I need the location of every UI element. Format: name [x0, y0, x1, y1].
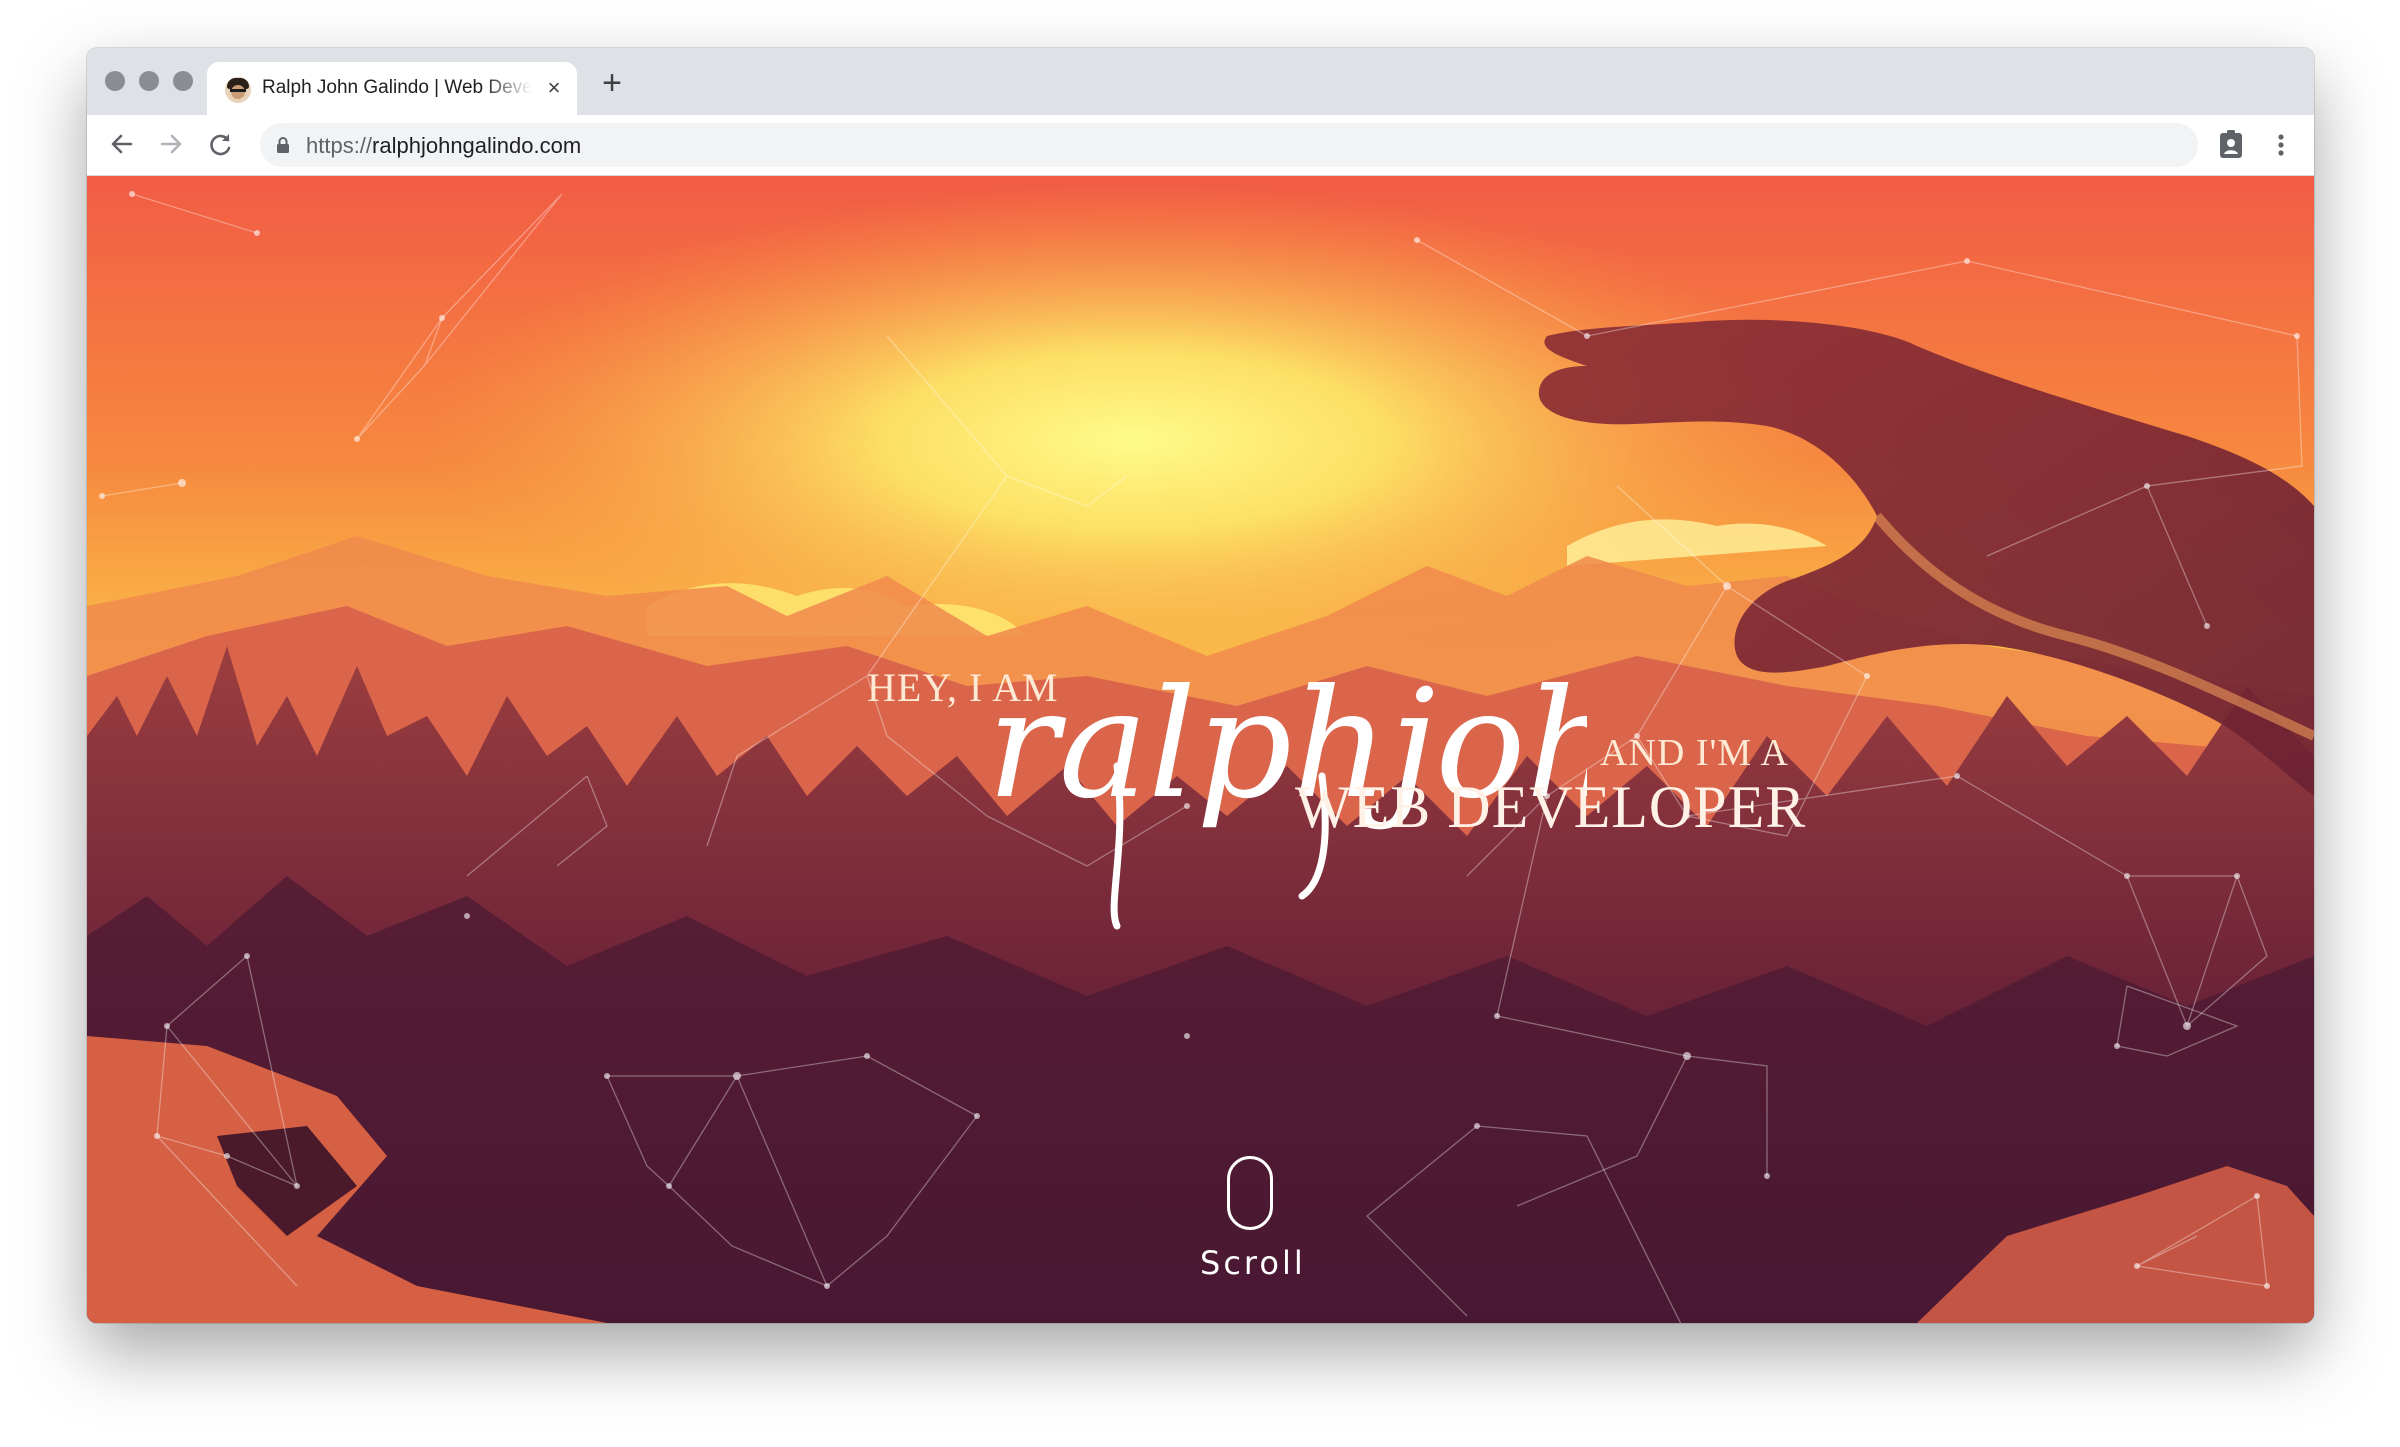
- window-controls: [105, 71, 193, 91]
- page-viewport: HEY, I AM ralphjohn AND I'M A WEB DEVELO…: [87, 176, 2314, 1323]
- back-arrow-icon[interactable]: [105, 127, 139, 161]
- browser-toolbar: https://ralphjohngalindo.com: [87, 115, 2314, 176]
- tab-title: Ralph John Galindo | Web Developer: [262, 77, 532, 98]
- forward-arrow-icon[interactable]: [154, 127, 188, 161]
- hero-section: HEY, I AM ralphjohn AND I'M A WEB DEVELO…: [87, 176, 2314, 1323]
- favicon-avatar-icon: [225, 77, 251, 103]
- minimize-window-button[interactable]: [139, 71, 159, 91]
- tab-strip: Ralph John Galindo | Web Developer × +: [87, 48, 2314, 115]
- zoom-window-button[interactable]: [173, 71, 193, 91]
- address-bar[interactable]: https://ralphjohngalindo.com: [260, 123, 2198, 167]
- browser-tab[interactable]: Ralph John Galindo | Web Developer ×: [207, 62, 577, 115]
- scroll-mouse-icon[interactable]: [1227, 1156, 1273, 1230]
- tab-close-icon[interactable]: ×: [541, 75, 567, 101]
- url-text: https://ralphjohngalindo.com: [306, 133, 582, 158]
- reload-icon[interactable]: [203, 127, 237, 161]
- kebab-menu-icon[interactable]: [2264, 128, 2298, 162]
- and-im-text: AND I'M A: [1600, 732, 1789, 774]
- profile-badge-icon[interactable]: [2214, 128, 2248, 162]
- new-tab-button[interactable]: +: [595, 66, 629, 102]
- scroll-label[interactable]: Scroll: [1200, 1244, 1303, 1282]
- close-window-button[interactable]: [105, 71, 125, 91]
- lock-icon[interactable]: [273, 135, 293, 155]
- role-title: WEB DEVELOPER: [1295, 774, 1807, 840]
- browser-window: Ralph John Galindo | Web Developer × + h…: [87, 48, 2314, 1323]
